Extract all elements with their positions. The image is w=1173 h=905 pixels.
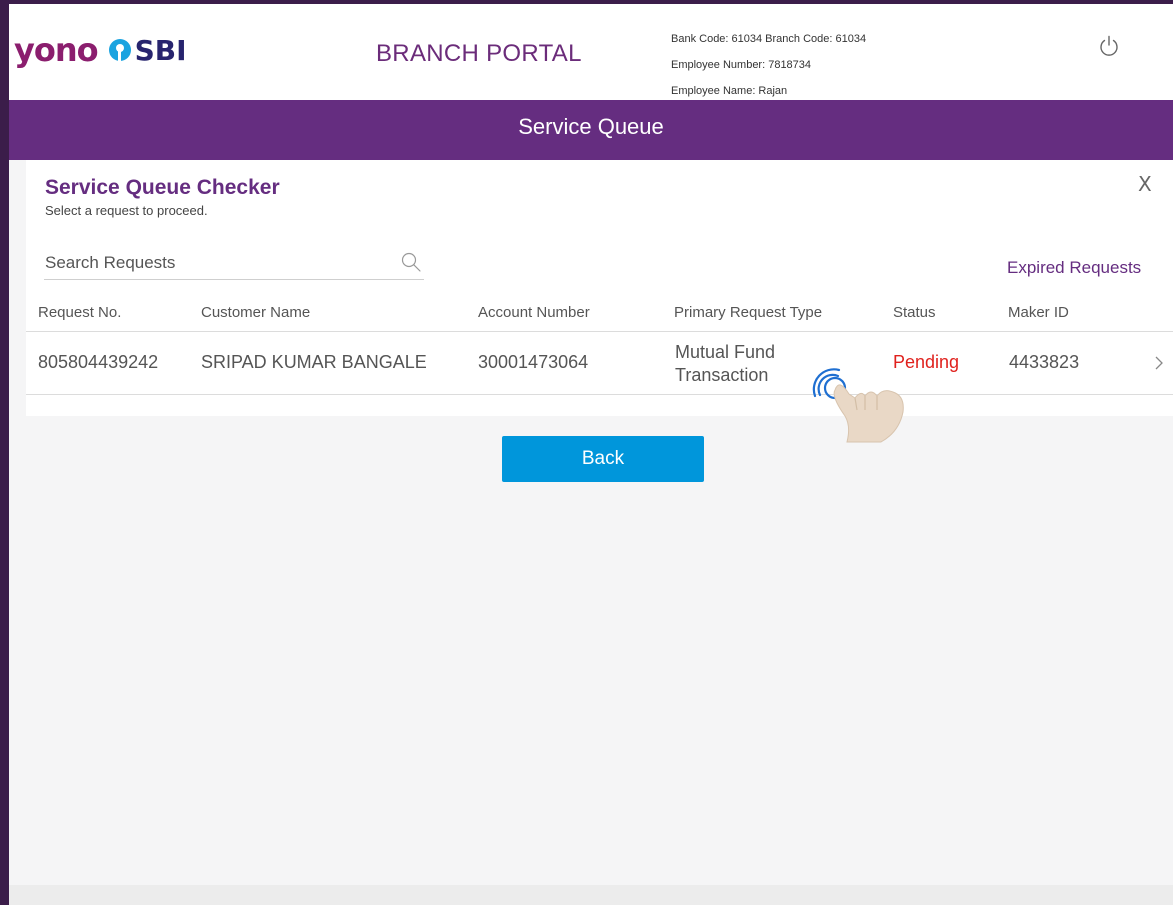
- header: yono SBI BRANCH PORTAL Bank Code: 61034 …: [9, 4, 1173, 100]
- portal-title: BRANCH PORTAL: [376, 40, 582, 67]
- request-type-line-2: Transaction: [675, 365, 769, 385]
- panel-title: Service Queue Checker: [45, 176, 280, 199]
- column-header-maker-id: Maker ID: [1008, 304, 1069, 321]
- chevron-right-icon[interactable]: [1154, 354, 1164, 372]
- search-icon[interactable]: [400, 251, 422, 273]
- service-queue-title: Service Queue: [518, 114, 664, 139]
- employee-info: Bank Code: 61034 Branch Code: 61034 Empl…: [671, 26, 866, 104]
- cell-customer-name: SRIPAD KUMAR BANGALE: [201, 352, 427, 372]
- column-header-customer-name: Customer Name: [201, 304, 311, 321]
- sbi-keyhole-icon: [108, 39, 131, 61]
- power-icon[interactable]: [1098, 34, 1120, 58]
- cell-status-pending: Pending: [893, 352, 960, 372]
- panel-subtitle: Select a request to proceed.: [45, 203, 208, 218]
- request-type-line-1: Mutual Fund: [675, 342, 776, 362]
- column-header-request-no: Request No.: [38, 304, 122, 321]
- logo-sbi-text: SBI: [134, 33, 187, 67]
- employee-number: Employee Number: 7818734: [671, 59, 812, 71]
- search-input[interactable]: [44, 248, 384, 278]
- column-header-request-type: Primary Request Type: [674, 304, 823, 321]
- logo-yono-text: yono: [14, 31, 99, 69]
- table-row[interactable]: 805804439242 SRIPAD KUMAR BANGALE 300014…: [26, 332, 1173, 395]
- cell-request-no: 805804439242: [38, 352, 159, 372]
- content-area: Service Queue Checker Select a request t…: [9, 160, 1173, 905]
- service-queue-checker-panel: Service Queue Checker Select a request t…: [26, 160, 1173, 416]
- column-header-status: Status: [893, 304, 936, 321]
- bank-branch-code: Bank Code: 61034 Branch Code: 61034: [671, 33, 867, 45]
- service-queue-title-bar: Service Queue: [9, 100, 1173, 160]
- close-button[interactable]: X: [1138, 172, 1152, 196]
- table-header: Request No. Customer Name Account Number…: [26, 294, 1173, 332]
- cell-request-type: Mutual Fund Transaction: [675, 341, 775, 387]
- column-header-account-number: Account Number: [478, 304, 590, 321]
- yono-sbi-logo: yono SBI: [14, 30, 187, 70]
- back-button[interactable]: Back: [502, 436, 704, 482]
- cell-account-number: 30001473064: [478, 352, 589, 372]
- app-window: yono SBI BRANCH PORTAL Bank Code: 61034 …: [9, 4, 1173, 905]
- footer-strip: [9, 885, 1173, 905]
- expired-requests-link[interactable]: Expired Requests: [1007, 258, 1141, 278]
- cell-maker-id: 4433823: [1009, 352, 1080, 372]
- search-box: [44, 248, 424, 280]
